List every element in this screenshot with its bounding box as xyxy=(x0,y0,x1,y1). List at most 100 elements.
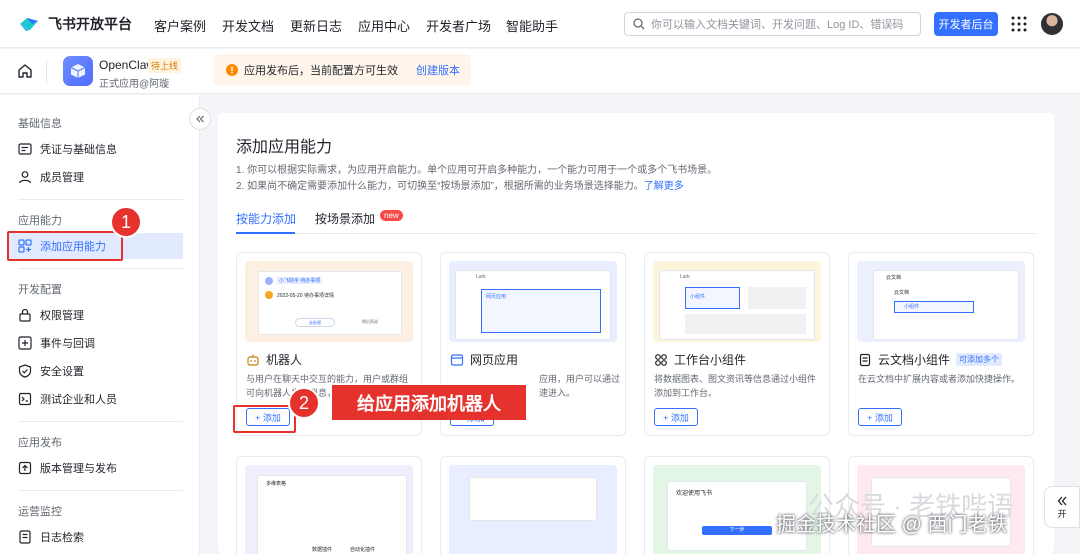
nav-changelog[interactable]: 更新日志 xyxy=(290,16,342,35)
sidebar-section-publish: 应用发布 xyxy=(18,437,62,449)
page-title: 添加应用能力 xyxy=(236,139,333,156)
app-subtitle: 正式应用@阿璇 xyxy=(99,79,170,90)
shield-icon xyxy=(18,364,32,378)
event-icon xyxy=(18,336,32,350)
log-icon xyxy=(19,530,31,544)
workplace-widget-preview-label: 小组件 xyxy=(690,294,706,300)
docs-widget-preview-header: 云文档 xyxy=(886,275,902,281)
learn-more-link[interactable]: 了解更多 xyxy=(644,181,684,192)
sidebar-item-permissions[interactable]: 权限管理 xyxy=(18,302,84,328)
web-app-preview: Lark 网页应用 xyxy=(449,261,617,342)
sidebar-item-versions[interactable]: 版本管理与发布 xyxy=(18,455,117,481)
sidebar-item-test-tenants[interactable]: 测试企业和人员 xyxy=(18,386,117,412)
sidebar-item-events[interactable]: 事件与回调 xyxy=(18,330,95,356)
nav-app-center[interactable]: 应用中心 xyxy=(358,16,410,35)
nav-dev-plaza[interactable]: 开发者广场 xyxy=(426,16,491,35)
app-grid-icon[interactable] xyxy=(1011,16,1027,32)
workplace-widget-preview: Lark 小组件 xyxy=(653,261,821,342)
sidebar-section-monitoring: 运营监控 xyxy=(18,506,62,518)
capability-card-onboarding[interactable]: 欢迎使用飞书 下一步 xyxy=(644,456,830,554)
step-2-marker: 2 xyxy=(288,387,320,419)
warning-icon xyxy=(226,64,238,76)
divider xyxy=(18,421,183,422)
feishu-logo-icon xyxy=(20,18,38,31)
divider xyxy=(18,268,183,269)
web-app-description: 应用，用户可以通过 速进入。 xyxy=(539,372,623,400)
step-1-marker: 1 xyxy=(110,206,142,238)
bitable-preview-automation-plugin: 自动化插件 xyxy=(350,547,376,553)
search-icon xyxy=(633,18,645,30)
double-chevron-left-icon xyxy=(196,115,204,123)
docs-widget-preview-window: 云文档 云文档 小组件 xyxy=(873,270,1019,340)
search-placeholder: 你可以输入文档关键词、开发问题、Log ID、错误码 xyxy=(651,19,904,31)
docs-widget-preview-doc: 云文档 xyxy=(894,290,910,296)
lock-icon xyxy=(19,308,31,322)
sidebar-item-members[interactable]: 成员管理 xyxy=(18,164,84,190)
tab-by-capability[interactable]: 按能力添加 xyxy=(236,210,296,227)
app-bar: OpenClaw 待上线 正式应用@阿璇 应用发布后，当前配置方可生效 创建版本 xyxy=(0,49,1080,94)
sidebar-item-logs[interactable]: 日志检索 xyxy=(18,524,84,550)
sidebar-item-credentials[interactable]: 凭证与基础信息 xyxy=(18,136,117,162)
web-app-preview-lark: Lark xyxy=(476,274,486,280)
id-card-icon xyxy=(18,143,32,155)
divider xyxy=(46,61,47,83)
upload-icon xyxy=(18,461,32,475)
watermark-line2: 掘金技术社区 @ 西门老铁 xyxy=(776,514,1008,536)
test-icon xyxy=(18,392,32,406)
capability-card-bitable-plugin[interactable]: 多维表格 数据插件 自动化插件 xyxy=(236,456,422,554)
capability-card-docs-widget[interactable]: 云文档 云文档 小组件 云文档小组件 可添加多个 在云文档中扩展内容或者添加快捷… xyxy=(848,252,1034,436)
collapse-sidebar-button[interactable] xyxy=(189,108,211,130)
nav-docs[interactable]: 开发文档 xyxy=(222,16,274,35)
floating-expand-button[interactable]: 开 xyxy=(1044,486,1080,528)
sidebar-section-capabilities: 应用能力 xyxy=(18,215,62,227)
add-docs-widget-button[interactable]: + 添加 xyxy=(858,408,902,426)
new-badge: new xyxy=(380,210,403,221)
docs-widget-description: 在云文档中扩展内容或者添加快捷操作。 xyxy=(858,374,1021,384)
bitable-preview-title: 多维表格 xyxy=(266,481,287,487)
bot-preview-card: 小飞助手 待办事项 2022-05-20 待办事项详情 去处理 稍后再说 xyxy=(258,271,402,335)
double-chevron-left-icon xyxy=(1057,496,1067,505)
docs-widget-preview: 云文档 云文档 小组件 xyxy=(857,261,1025,342)
sidebar-item-label: 版本管理与发布 xyxy=(40,463,117,475)
page-description-1: 1. 你可以根据实际需求，为应用开启能力。单个应用可开启多种能力，一个能力可用于… xyxy=(236,165,718,176)
annotation-callout: 给应用添加机器人 xyxy=(332,385,526,420)
onboarding-preview-next: 下一步 xyxy=(702,526,772,535)
active-tab-indicator xyxy=(236,232,295,234)
home-icon[interactable] xyxy=(16,62,34,80)
brand[interactable]: 飞书开放平台 xyxy=(18,14,132,34)
search-input[interactable]: 你可以输入文档关键词、开发问题、Log ID、错误码 xyxy=(624,12,921,36)
sidebar-item-label: 成员管理 xyxy=(40,172,84,184)
bitable-preview: 多维表格 数据插件 自动化插件 xyxy=(245,465,413,554)
sidebar-item-label: 事件与回调 xyxy=(40,338,95,350)
robot-icon xyxy=(247,354,259,366)
multiple-allowed-tag: 可添加多个 xyxy=(956,353,1003,366)
bitable-preview-window: 多维表格 数据插件 自动化插件 xyxy=(257,475,407,554)
docs-widget-preview-label: 小组件 xyxy=(904,304,920,310)
message-card-preview xyxy=(449,465,617,554)
add-workplace-widget-button[interactable]: + 添加 xyxy=(654,408,698,426)
sidebar-item-label: 安全设置 xyxy=(40,366,84,378)
docs-widget-title-text: 云文档小组件 xyxy=(878,353,951,367)
bitable-preview-data-plugin: 数据插件 xyxy=(312,547,333,553)
developer-console-button[interactable]: 开发者后台 xyxy=(934,12,998,36)
user-icon xyxy=(18,171,32,184)
web-page-icon xyxy=(450,353,464,366)
capability-card-message-card[interactable] xyxy=(440,456,626,554)
nav-customer-cases[interactable]: 客户案例 xyxy=(154,16,206,35)
divider xyxy=(18,490,183,491)
capability-card-workplace-widget[interactable]: Lark 小组件 工作台小组件 将数据图表、图文资讯等信息通过小组件添加到工作台… xyxy=(644,252,830,436)
brand-name: 飞书开放平台 xyxy=(48,16,132,32)
web-app-title: 网页应用 xyxy=(450,351,518,368)
user-avatar[interactable] xyxy=(1041,13,1063,35)
sidebar-item-label: 凭证与基础信息 xyxy=(40,144,117,156)
app-logo-icon xyxy=(63,56,93,86)
divider xyxy=(18,199,183,200)
notice-text: 应用发布后，当前配置方可生效 xyxy=(244,65,398,77)
workplace-widget-preview-window: Lark 小组件 xyxy=(659,270,815,340)
sidebar-item-security[interactable]: 安全设置 xyxy=(18,358,84,384)
tab-by-scenario[interactable]: 按场景添加 xyxy=(315,210,375,227)
create-version-link[interactable]: 创建版本 xyxy=(416,62,460,78)
nav-ai-assistant[interactable]: 智能助手 xyxy=(506,16,558,35)
docs-widget-title: 云文档小组件 可添加多个 xyxy=(858,351,1003,368)
onboarding-preview-welcome: 欢迎使用飞书 xyxy=(676,491,713,497)
